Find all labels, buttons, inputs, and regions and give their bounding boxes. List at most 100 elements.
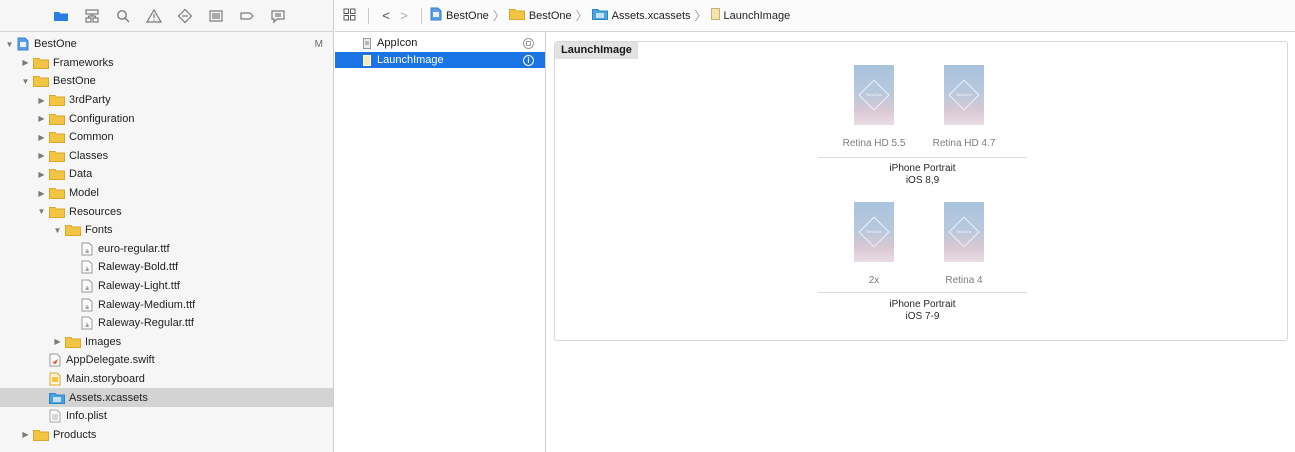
- disclosure-closed-icon[interactable]: ▶: [21, 430, 30, 439]
- folder-icon: [49, 113, 65, 125]
- folder-icon[interactable]: [52, 7, 70, 25]
- image-slot-retina-hd-4-7[interactable]: BestOne Retina HD 4.7: [924, 65, 1004, 149]
- thumbnail-text: BestOne: [866, 92, 882, 97]
- asset-item-launchimage[interactable]: LaunchImage i: [335, 52, 545, 68]
- breadcrumb-label: Assets.xcassets: [611, 9, 691, 22]
- tree-item-raleway-medium-ttf[interactable]: a Raleway-Medium.ttf: [0, 295, 333, 314]
- disclosure-closed-icon[interactable]: ▶: [37, 96, 46, 105]
- breakpoint-icon[interactable]: [238, 7, 256, 25]
- launch-image-thumbnail: BestOne: [944, 65, 984, 125]
- tree-item-data[interactable]: ▶ Data: [0, 165, 333, 184]
- tree-item-products[interactable]: ▶ Products: [0, 425, 333, 444]
- disclosure-closed-icon[interactable]: ▶: [53, 337, 62, 346]
- forward-button[interactable]: >: [395, 8, 413, 23]
- tree-item-resources[interactable]: ▼ Resources: [0, 202, 333, 221]
- warning-icon[interactable]: [145, 7, 163, 25]
- disclosure-closed-icon[interactable]: ▶: [37, 170, 46, 179]
- xcassets-icon: [591, 8, 608, 23]
- thumbnail-text: BestOne: [956, 229, 972, 234]
- report-icon[interactable]: [269, 7, 287, 25]
- related-items-icon[interactable]: [343, 8, 356, 24]
- folder-icon: [49, 168, 65, 181]
- tree-item-appdelegate-swift[interactable]: AppDelegate.swift: [0, 351, 333, 370]
- folder-icon: [49, 150, 65, 162]
- disclosure-closed-icon[interactable]: ▶: [37, 189, 46, 198]
- tree-item-model[interactable]: ▶ Model: [0, 184, 333, 203]
- tree-item-bestone[interactable]: ▼ BestOne: [0, 72, 333, 91]
- breadcrumb-separator: 〉: [694, 9, 707, 23]
- thumbnail-text: BestOne: [956, 92, 972, 97]
- breadcrumb-group[interactable]: BestOne: [508, 8, 572, 23]
- image-slot-retina-hd-5-5[interactable]: BestOne Retina HD 5.5: [834, 65, 914, 149]
- tree-item-info-plist[interactable]: Info.plist: [0, 407, 333, 426]
- group-divider: [818, 292, 1027, 293]
- folder-icon: [49, 131, 65, 144]
- tree-item-raleway-light-ttf[interactable]: a Raleway-Light.ttf: [0, 277, 333, 296]
- tree-item-assets-xcassets[interactable]: Assets.xcassets: [0, 388, 333, 407]
- slot-label: 2x: [868, 275, 880, 286]
- image-slot-2x[interactable]: BestOne 2x: [834, 202, 914, 286]
- tree-item-label: Model: [69, 187, 99, 200]
- navigator-toolbar: [0, 0, 333, 32]
- tree-item-label: Info.plist: [66, 410, 107, 423]
- tree-item-bestone[interactable]: ▼ BestOne M: [0, 35, 333, 54]
- tree-item-fonts[interactable]: ▼ Fonts: [0, 221, 333, 240]
- device-label: iPhone Portrait: [889, 299, 956, 310]
- disclosure-open-icon[interactable]: ▼: [53, 226, 62, 235]
- disclosure-closed-icon[interactable]: ▶: [21, 58, 30, 67]
- image-set-panel: LaunchImage BestOne Retina HD 5.5 BestOn…: [554, 41, 1288, 341]
- launch-image-thumbnail: BestOne: [854, 65, 894, 125]
- folder-icon: [33, 57, 49, 69]
- disclosure-closed-icon[interactable]: ▶: [37, 133, 46, 142]
- tree-item-label: Resources: [69, 205, 122, 218]
- tree-item-configuration[interactable]: ▶ Configuration: [0, 109, 333, 128]
- breadcrumb-project[interactable]: BestOne: [430, 7, 489, 24]
- tree-item-label: Data: [69, 168, 93, 181]
- tree-item-raleway-bold-ttf[interactable]: a Raleway-Bold.ttf: [0, 258, 333, 277]
- tree-item-label: Images: [85, 335, 122, 348]
- breadcrumb-asset[interactable]: LaunchImage: [710, 8, 790, 23]
- group-divider: [818, 157, 1027, 158]
- debug-icon[interactable]: [207, 7, 225, 25]
- tree-item-raleway-regular-ttf[interactable]: a Raleway-Regular.ttf: [0, 314, 333, 333]
- tree-item-label: Raleway-Bold.ttf: [98, 261, 179, 274]
- project-navigator: ▼ BestOne M ▶ Frameworks ▼ BestOne ▶ 3rdParty ▶ Co…: [0, 0, 334, 452]
- test-diamond-icon[interactable]: [176, 7, 194, 25]
- tree-item-common[interactable]: ▶ Common: [0, 128, 333, 147]
- tree-item-main-storyboard[interactable]: Main.storyboard: [0, 370, 333, 389]
- image-slot-retina-4[interactable]: BestOne Retina 4: [924, 202, 1004, 286]
- tree-item-label: Fonts: [85, 224, 113, 237]
- search-icon[interactable]: [114, 7, 132, 25]
- tree-item-frameworks[interactable]: ▶ Frameworks: [0, 54, 333, 73]
- back-button[interactable]: <: [377, 8, 395, 23]
- tree-item-images[interactable]: ▶ Images: [0, 333, 333, 352]
- tree-item-label: Products: [53, 428, 97, 441]
- launch-image-thumbnail: BestOne: [854, 202, 894, 262]
- plist-file-icon: [49, 409, 61, 423]
- asset-label: AppIcon: [377, 37, 418, 49]
- xcassets-icon: [49, 392, 65, 404]
- tree-item-label: Raleway-Medium.ttf: [98, 298, 196, 311]
- disclosure-closed-icon[interactable]: ▶: [37, 151, 46, 160]
- image-set-title[interactable]: LaunchImage: [555, 42, 638, 59]
- tree-item-classes[interactable]: ▶ Classes: [0, 147, 333, 166]
- tree-item-euro-regular-ttf[interactable]: a euro-regular.ttf: [0, 240, 333, 259]
- tree-item-label: Main.storyboard: [66, 372, 145, 385]
- asset-editor: LaunchImage BestOne Retina HD 5.5 BestOn…: [547, 33, 1295, 452]
- disclosure-open-icon[interactable]: ▼: [5, 40, 14, 49]
- disclosure-closed-icon[interactable]: ▶: [37, 114, 46, 123]
- disclosure-open-icon[interactable]: ▼: [21, 77, 30, 86]
- hierarchy-icon[interactable]: [83, 7, 101, 25]
- disclosure-open-icon[interactable]: ▼: [37, 207, 46, 216]
- font-file-icon: a: [81, 316, 93, 330]
- tree-item-label: Assets.xcassets: [69, 391, 148, 404]
- breadcrumb-catalog[interactable]: Assets.xcassets: [591, 8, 691, 23]
- tree-item-3rdparty[interactable]: ▶ 3rdParty: [0, 91, 333, 110]
- swift-file-icon: [49, 353, 61, 367]
- asset-item-appicon[interactable]: AppIcon: [335, 35, 545, 51]
